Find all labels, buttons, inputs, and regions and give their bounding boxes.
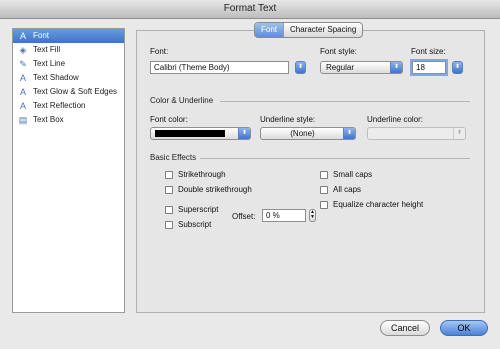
checkbox-box bbox=[165, 220, 173, 229]
sidebar-item-font[interactable]: A Font bbox=[13, 29, 124, 43]
underline-style-select[interactable]: (None) ⬍ bbox=[260, 127, 356, 140]
checkbox-box bbox=[165, 205, 173, 214]
checkbox-box bbox=[165, 185, 173, 194]
offset-label: Offset: bbox=[232, 212, 256, 221]
underline-style-value: (None) bbox=[290, 129, 315, 138]
sidebar-item-text-fill[interactable]: ◈ Text Fill bbox=[13, 43, 124, 57]
window-title: Format Text bbox=[0, 0, 500, 19]
strikethrough-checkbox[interactable]: Strikethrough bbox=[165, 170, 226, 179]
text-shadow-icon: A bbox=[19, 73, 26, 83]
small-caps-checkbox[interactable]: Small caps bbox=[320, 170, 372, 179]
checkbox-label: Strikethrough bbox=[178, 170, 226, 179]
text-reflection-icon: A bbox=[19, 101, 26, 111]
checkbox-box bbox=[320, 185, 328, 194]
tab-character-spacing[interactable]: Character Spacing bbox=[284, 23, 362, 37]
underline-style-label: Underline style: bbox=[260, 115, 316, 124]
superscript-checkbox[interactable]: Superscript bbox=[165, 205, 218, 214]
underline-color-select[interactable]: ⬍ bbox=[367, 127, 466, 140]
sidebar-item-label: Text Line bbox=[33, 59, 66, 68]
font-color-swatch bbox=[155, 130, 225, 137]
paint-bucket-icon: ◈ bbox=[19, 45, 27, 55]
checkbox-label: Superscript bbox=[178, 205, 219, 214]
font-color-select[interactable]: ⬍ bbox=[150, 127, 251, 140]
font-size-field[interactable]: 18 bbox=[412, 61, 446, 74]
font-style-value: Regular bbox=[326, 63, 355, 72]
font-style-select[interactable]: Regular ⬍ bbox=[320, 61, 403, 74]
checkbox-box bbox=[320, 200, 328, 209]
sidebar-item-text-reflection[interactable]: A Text Reflection bbox=[13, 99, 124, 113]
font-color-label: Font color: bbox=[150, 115, 188, 124]
checkbox-label: Subscript bbox=[178, 220, 212, 229]
underline-color-label: Underline color: bbox=[367, 115, 424, 124]
updown-arrow-icon: ⬍ bbox=[238, 128, 250, 139]
updown-arrow-icon: ⬍ bbox=[390, 62, 402, 73]
checkbox-label: All caps bbox=[333, 185, 362, 194]
font-icon: A bbox=[19, 31, 26, 41]
section-basic-effects: Basic Effects bbox=[150, 153, 197, 162]
sidebar-item-label: Text Shadow bbox=[33, 73, 79, 82]
divider bbox=[220, 101, 470, 102]
font-name-arrows-icon[interactable]: ⬍ bbox=[295, 61, 306, 74]
sidebar-item-text-shadow[interactable]: A Text Shadow bbox=[13, 71, 124, 85]
sidebar-item-label: Text Reflection bbox=[33, 101, 86, 110]
section-color-underline: Color & Underline bbox=[150, 96, 214, 105]
checkbox-label: Equalize character height bbox=[333, 200, 424, 209]
sidebar-item-text-glow[interactable]: A Text Glow & Soft Edges bbox=[13, 85, 124, 99]
pen-icon: ✎ bbox=[19, 59, 27, 69]
checkbox-box bbox=[320, 170, 328, 179]
sidebar-item-label: Text Glow & Soft Edges bbox=[33, 87, 118, 96]
checkbox-label: Double strikethrough bbox=[178, 185, 252, 194]
sidebar-item-text-line[interactable]: ✎ Text Line bbox=[13, 57, 124, 71]
sidebar-item-label: Text Fill bbox=[33, 45, 61, 54]
sidebar-item-label: Font bbox=[33, 31, 50, 40]
sidebar-item-label: Text Box bbox=[33, 115, 64, 124]
text-box-icon: ▤ bbox=[18, 115, 28, 125]
text-glow-icon: A bbox=[19, 87, 26, 97]
checkbox-box bbox=[165, 170, 173, 179]
font-size-label: Font size: bbox=[411, 47, 446, 56]
sidebar-item-text-box[interactable]: ▤ Text Box bbox=[13, 113, 124, 127]
double-strikethrough-checkbox[interactable]: Double strikethrough bbox=[165, 185, 252, 194]
tab-bar: Font Character Spacing bbox=[254, 22, 364, 38]
offset-stepper[interactable]: ▲ ▼ bbox=[309, 209, 316, 222]
font-style-label: Font style: bbox=[320, 47, 357, 56]
tab-font[interactable]: Font bbox=[255, 23, 285, 37]
format-text-dialog: Format Text A Font ◈ Text Fill ✎ Text Li… bbox=[0, 0, 500, 349]
ok-button[interactable]: OK bbox=[440, 320, 488, 336]
subscript-checkbox[interactable]: Subscript bbox=[165, 220, 211, 229]
font-name-field[interactable]: Calibri (Theme Body) bbox=[150, 61, 289, 74]
font-label: Font: bbox=[150, 47, 169, 56]
offset-field[interactable]: 0 % bbox=[262, 209, 306, 222]
updown-arrow-icon: ⬍ bbox=[453, 128, 465, 139]
all-caps-checkbox[interactable]: All caps bbox=[320, 185, 361, 194]
divider bbox=[200, 158, 470, 159]
checkbox-label: Small caps bbox=[333, 170, 373, 179]
equalize-height-checkbox[interactable]: Equalize character height bbox=[320, 200, 423, 209]
font-size-arrows-icon[interactable]: ⬍ bbox=[452, 61, 463, 74]
cancel-button[interactable]: Cancel bbox=[380, 320, 430, 336]
updown-arrow-icon: ⬍ bbox=[343, 128, 355, 139]
category-sidebar: A Font ◈ Text Fill ✎ Text Line A Text Sh… bbox=[12, 28, 125, 313]
